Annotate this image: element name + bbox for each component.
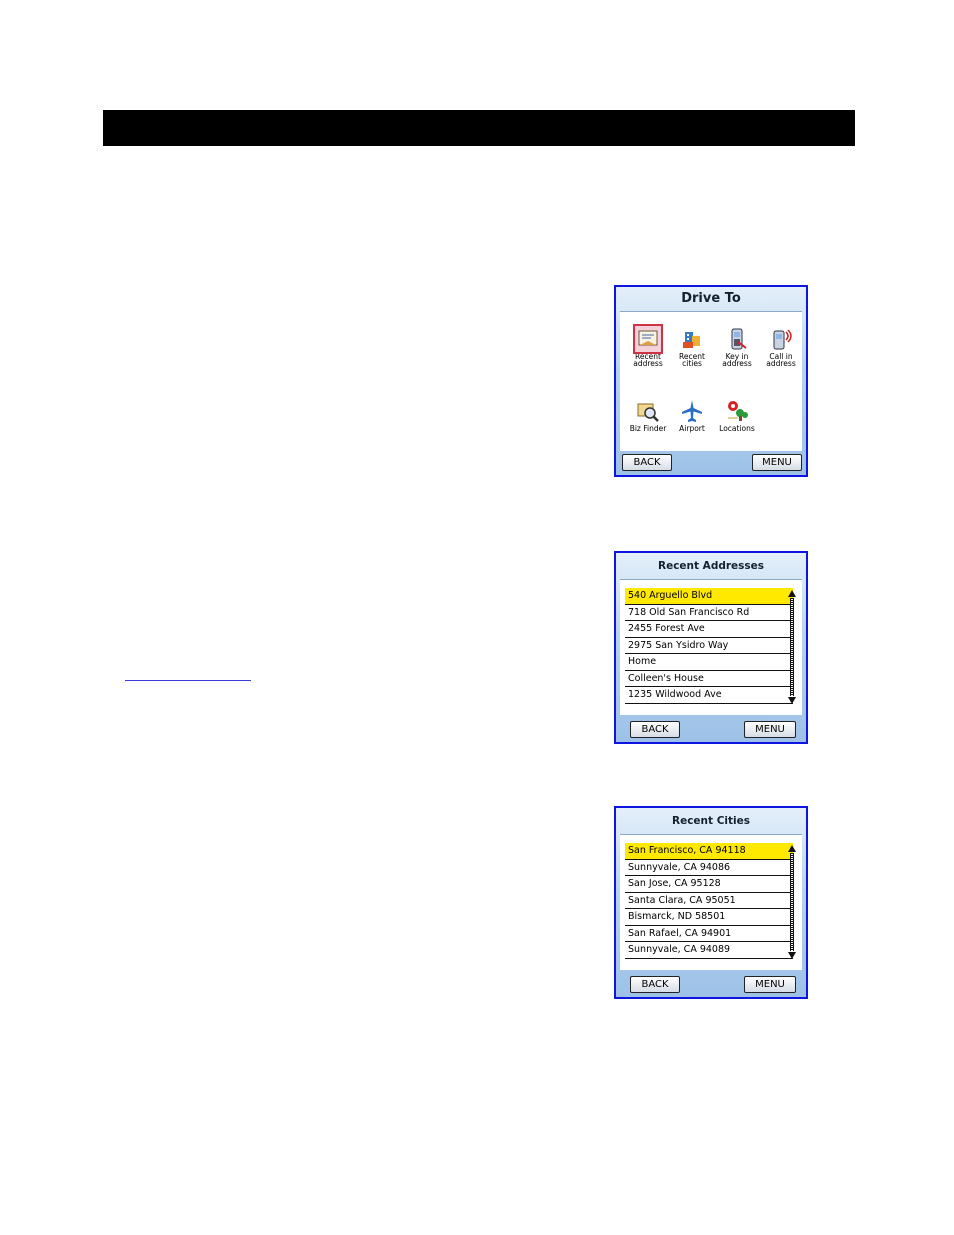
list-item-selected[interactable]: 540 Arguello Blvd [625,588,793,605]
list-item[interactable]: San Jose, CA 95128 [625,876,793,893]
drive-to-menu-panel: Recent address Recent cities Key in addr… [620,311,802,451]
scroll-down-arrow-icon[interactable] [788,952,796,959]
recent-cities-screen: Recent Cities San Francisco, CA 94118 Su… [614,806,808,999]
scrollbar[interactable] [788,845,796,959]
back-button[interactable]: BACK [630,721,680,738]
airplane-icon [679,398,705,424]
list-item[interactable]: Sunnyvale, CA 94086 [625,860,793,876]
menu-item-recent-address[interactable]: Recent address [626,324,670,368]
list-item[interactable]: 2975 San Ysidro Way [625,638,793,654]
section-header-bar [103,110,855,146]
biz-finder-icon [635,398,661,424]
list-item-selected[interactable]: San Francisco, CA 94118 [625,843,793,860]
menu-item-label: Recent cities [679,352,705,368]
back-button[interactable]: BACK [630,976,680,993]
list-item[interactable]: 1235 Wildwood Ave [625,687,793,704]
screen-title: Recent Addresses [657,560,765,572]
key-in-address-icon [724,326,750,352]
menu-item-biz-finder[interactable]: Biz Finder [626,398,670,432]
recent-cities-list: San Francisco, CA 94118 Sunnyvale, CA 94… [625,843,793,959]
scrollbar-track[interactable] [790,598,794,696]
recent-addresses-list: 540 Arguello Blvd 718 Old San Francisco … [625,588,793,704]
menu-item-key-in-address[interactable]: Key in address [715,326,759,367]
menu-item-label: Locations [719,424,755,433]
scroll-up-arrow-icon[interactable] [788,590,796,597]
menu-item-recent-cities[interactable]: Recent cities [670,326,714,367]
list-item[interactable]: San Rafael, CA 94901 [625,926,793,942]
recent-address-icon [633,324,663,354]
recent-cities-icon [679,326,705,352]
document-link-underline[interactable] [125,680,251,681]
list-item[interactable]: Sunnyvale, CA 94089 [625,942,793,959]
screen-title: Recent Cities [672,815,750,827]
list-item[interactable]: 718 Old San Francisco Rd [625,605,793,621]
menu-button[interactable]: MENU [744,721,796,738]
menu-item-airport[interactable]: Airport [670,398,714,432]
list-item[interactable]: Bismarck, ND 58501 [625,909,793,926]
list-item[interactable]: Home [625,654,793,671]
back-button[interactable]: BACK [622,454,672,471]
list-item[interactable]: Colleen's House [625,671,793,687]
menu-item-locations[interactable]: Locations [715,398,759,432]
menu-item-label: Call in address [766,352,796,368]
recent-addresses-list-panel: 540 Arguello Blvd 718 Old San Francisco … [620,579,802,715]
menu-item-label: Recent address [633,352,663,368]
menu-button[interactable]: MENU [752,454,802,471]
menu-item-label: Airport [679,424,705,433]
call-in-address-icon [768,326,794,352]
locations-icon [724,398,750,424]
list-item[interactable]: 2455 Forest Ave [625,621,793,638]
scrollbar[interactable] [788,590,796,704]
menu-item-label: Biz Finder [629,424,667,433]
drive-to-screen: Drive To Recent address Recent cities Ke… [614,285,808,477]
screen-title: Drive To [681,291,741,306]
scrollbar-track[interactable] [790,853,794,951]
menu-item-label: Key in address [722,352,752,368]
menu-button[interactable]: MENU [744,976,796,993]
scroll-up-arrow-icon[interactable] [788,845,796,852]
list-item[interactable]: Santa Clara, CA 95051 [625,893,793,909]
scroll-down-arrow-icon[interactable] [788,697,796,704]
recent-addresses-screen: Recent Addresses 540 Arguello Blvd 718 O… [614,551,808,744]
menu-item-call-in-address[interactable]: Call in address [759,326,803,367]
recent-cities-list-panel: San Francisco, CA 94118 Sunnyvale, CA 94… [620,834,802,970]
